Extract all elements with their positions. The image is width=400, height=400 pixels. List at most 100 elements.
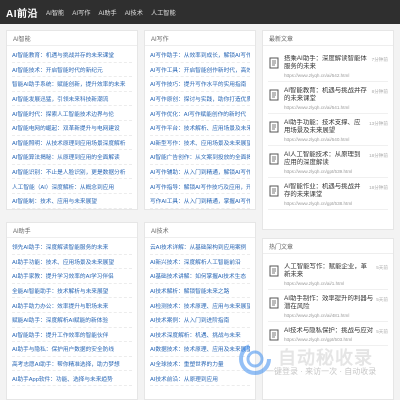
panel-title[interactable]: AI写作 <box>145 31 255 46</box>
top-navigation-bar: AI前沿 AI智能 AI写作 AI助手 AI技术 人工智能 <box>0 0 400 24</box>
article-link[interactable]: 领先AI助手：深度解读智能服务的未来 <box>12 240 132 255</box>
latest-article-time: 13分钟前 <box>369 121 388 126</box>
article-link[interactable]: AI技术案例：从入门到进阶指南 <box>150 313 250 328</box>
latest-article-item[interactable]: AI智能作业：机遇与挑战并存的未来课堂 https://www.zlyqh.cn… <box>268 178 388 210</box>
latest-article-item[interactable]: 搭乘AI助手：深度解读智能体服务的未来 https://www.zlyqh.cn… <box>268 50 388 82</box>
article-link[interactable]: AI新兴技术：深度解析人工智能前沿 <box>150 255 250 270</box>
category-panel-ai-intelligence: AI智能 AI智能教育：机遇与挑战并存的未来课堂 AI智能技术：开启智能时代的新… <box>6 30 138 210</box>
hot-article-item[interactable]: 人工智能写作：赋能企业，革新未来 https://www.zlyqh.cn/ai… <box>268 258 388 290</box>
panel-title[interactable]: AI智能 <box>7 31 137 46</box>
article-link[interactable]: AI技术前沿：从原理到应用 <box>150 371 250 386</box>
article-link[interactable]: AI写作辅助：从入门到精通，解锁AI写作的 <box>150 165 250 180</box>
hot-article-url: https://www.zlyqh.cn/ai/1.html <box>284 281 345 286</box>
article-link[interactable]: AI助手与隐私：保护用户数据的安全防线 <box>12 342 132 357</box>
hot-article-title[interactable]: AI助手制作：效率提升的利器与潜在风险 <box>284 295 373 311</box>
article-link[interactable]: 高考志愿AI助手：帮你精准选择，助力梦想 <box>12 357 132 372</box>
article-link[interactable]: AI写作平台：技术解析、应用场景及未来展望 <box>150 121 250 136</box>
article-link[interactable]: 云AI技术详解：从基础架构到应用案例 <box>150 240 250 255</box>
article-link[interactable]: AI助手家教：提升学习效率的AI学习伴侣 <box>12 269 132 284</box>
article-list: AI智能教育：机遇与挑战并存的未来课堂 AI智能技术：开启智能时代的新纪元 智能… <box>7 46 137 209</box>
nav-item-ai-technology[interactable]: AI技术 <box>125 8 143 17</box>
article-link[interactable]: AI智能照明：从技术原理到应用场景深度解析 <box>12 136 132 151</box>
article-list: 领先AI助手：深度解读智能服务的未来 AI助手功能：技术、应用场景及未来展望 A… <box>7 238 137 386</box>
article-link[interactable]: AI检测技术：技术原理、应用与未来展望 <box>150 298 250 313</box>
article-link[interactable]: AI数据技术：技术原理、应用及未来展望 <box>150 342 250 357</box>
article-link[interactable]: AI写作工具：开启智能创作新时代，高效创 <box>150 63 250 78</box>
article-link[interactable]: AI智能广告创作：从文案到投放的全面揭秘 <box>150 150 250 165</box>
article-link[interactable]: AI全球技术：重塑世界的力量 <box>150 357 250 372</box>
article-link[interactable]: 写作AI工具：从入门到精通，掌握AI写作的技 <box>150 194 250 209</box>
article-link[interactable]: AI写作原创：探讨与实践，助你打造优质内 <box>150 92 250 107</box>
latest-article-time: 8分钟前 <box>371 89 388 94</box>
panel-title[interactable]: AI技术 <box>145 223 255 238</box>
nav-item-ai-intelligence[interactable]: AI智能 <box>46 8 64 17</box>
latest-article-body: 搭乘AI助手：深度解读智能体服务的未来 https://www.zlyqh.cn… <box>284 55 369 78</box>
hot-article-list: 人工智能写作：赋能企业，革新未来 https://www.zlyqh.cn/ai… <box>263 254 393 346</box>
hot-article-body: AI助手制作：效率提升的利器与潜在风险 https://www.zlyqh.cn… <box>284 295 373 318</box>
latest-article-body: AI智能教育：机遇与挑战并存的未来课堂 https://www.zlyqh.cn… <box>284 87 369 110</box>
article-link[interactable]: AI智能电网的崛起：双革新提升与电网建设 <box>12 121 132 136</box>
latest-article-body: AI助手功能：技术支撑、应用场景及未来展望 https://www.zlyqh.… <box>284 119 366 142</box>
latest-article-item[interactable]: AI助手功能：技术支撑、应用场景及未来展望 https://www.zlyqh.… <box>268 114 388 146</box>
panel-title[interactable]: AI助手 <box>7 223 137 238</box>
latest-article-title[interactable]: AI人工智能技术：从原理到应用的深度解读 <box>284 151 366 167</box>
latest-article-url: https://www.zlyqh.cn/ai/542.html <box>284 73 350 78</box>
article-link[interactable]: AI新型写作：技术、应用场景及未来展望 <box>150 136 250 151</box>
article-link[interactable]: AI智能识别：不止是人脸识别，更是数据分析 <box>12 165 132 180</box>
article-link[interactable]: AI智能时代：探索人工智能技术边界与伦 <box>12 106 132 121</box>
article-link[interactable]: AI智能制：技术、应用与未来展望 <box>12 194 132 209</box>
article-link[interactable]: AI写作优化：AI写作赋能创作的新时代 <box>150 106 250 121</box>
nav-item-artificial-intelligence[interactable]: 人工智能 <box>151 8 176 17</box>
article-link[interactable]: 赋能AI助手：深度解析AI赋能的新体验 <box>12 313 132 328</box>
hot-article-title[interactable]: AI技术与隐私保护：挑战与应对 <box>284 327 373 335</box>
latest-article-list: 搭乘AI助手：深度解读智能体服务的未来 https://www.zlyqh.cn… <box>263 46 393 210</box>
article-link[interactable]: AI基础技术讲解：如何掌握AI技术生态 <box>150 269 250 284</box>
document-icon <box>269 329 279 341</box>
latest-article-title[interactable]: 搭乘AI助手：深度解读智能体服务的未来 <box>284 55 369 71</box>
nav-item-ai-assistant[interactable]: AI助手 <box>98 8 116 17</box>
article-link[interactable]: AI技术解析：解锁智能未来之路 <box>150 284 250 299</box>
latest-articles-panel: 最新文章 搭乘AI助手：深度解读智能体服务的未来 https://www.zly… <box>262 30 394 230</box>
document-icon <box>269 89 279 101</box>
article-link[interactable]: AI写作指导：解锁AI写作技巧及应用，开启写 <box>150 179 250 194</box>
hot-article-title[interactable]: 人工智能写作：赋能企业，革新未来 <box>284 263 373 279</box>
latest-article-title[interactable]: AI智能教育：机遇与挑战并存的未来课堂 <box>284 87 369 103</box>
article-link[interactable]: AI智能教育：机遇与挑战并存的未来课堂 <box>12 48 132 63</box>
article-link[interactable]: AI助手功能：技术、应用场景及未来展望 <box>12 255 132 270</box>
latest-article-body: AI人工智能技术：从原理到应用的深度解读 https://www.zlyqh.c… <box>284 151 366 174</box>
watermark-slogan: 一键登录 · 来访一次 · 自动收录 <box>266 367 377 376</box>
latest-article-url: https://www.zlyqh.cn/ai/540.html <box>284 137 350 142</box>
hot-article-item[interactable]: AI助手制作：效率提升的利器与潜在风险 https://www.zlyqh.cn… <box>268 290 388 322</box>
article-link[interactable]: 全能AI智能助手：技术解析与未来展望 <box>12 284 132 299</box>
panel-title: 热门文章 <box>263 239 393 254</box>
document-icon <box>269 185 279 197</box>
article-link[interactable]: AI助手助力办公：效率提升与职场未来 <box>12 298 132 313</box>
article-link[interactable]: AI写作助手：从效率到成长，解锁AI写作新 <box>150 48 250 63</box>
document-icon <box>269 153 279 165</box>
panel-title: 最新文章 <box>263 31 393 46</box>
article-link[interactable]: AI智能发展迅猛，引领未来科技新潮流 <box>12 92 132 107</box>
article-link[interactable]: 人工智能（AI）深度解析：从概念到应用 <box>12 179 132 194</box>
latest-article-time: 18分钟前 <box>369 153 388 158</box>
article-link[interactable]: AI写作技巧：提升写作水平的实用指南 <box>150 77 250 92</box>
latest-article-title[interactable]: AI智能作业：机遇与挑战并存的未来课堂 <box>284 183 366 199</box>
article-link[interactable]: 智能AI助手系统：赋能创新，提升效率的未来 <box>12 77 132 92</box>
article-list: AI写作助手：从效率到成长，解锁AI写作新 AI写作工具：开启智能创作新时代，高… <box>145 46 255 209</box>
latest-article-item[interactable]: AI智能教育：机遇与挑战并存的未来课堂 https://www.zlyqh.cn… <box>268 82 388 114</box>
category-panel-ai-assistant: AI助手 领先AI助手：深度解读智能服务的未来 AI助手功能：技术、应用场景及未… <box>6 222 138 400</box>
hot-article-time: 5天前 <box>376 265 388 270</box>
latest-article-title[interactable]: AI助手功能：技术支撑、应用场景及未来展望 <box>284 119 366 135</box>
article-link[interactable]: AI技术深度解析：机遇、挑战与未来 <box>150 328 250 343</box>
latest-article-url: https://www.zlyqh.cn/gpt/539.html <box>284 169 353 174</box>
site-logo[interactable]: AI前沿 <box>6 5 38 20</box>
latest-article-time: 7分钟前 <box>371 57 388 62</box>
article-link[interactable]: AI助手App软件：功能、选择与未来趋势 <box>12 371 132 386</box>
article-link[interactable]: AI智能算法揭秘：从原理到应用的全面解读 <box>12 150 132 165</box>
document-icon <box>269 297 279 309</box>
latest-article-item[interactable]: AI人工智能技术：从原理到应用的深度解读 https://www.zlyqh.c… <box>268 146 388 178</box>
nav-item-ai-writing[interactable]: AI写作 <box>72 8 90 17</box>
article-link[interactable]: AI智能技术：开启智能时代的新纪元 <box>12 63 132 78</box>
document-icon <box>269 121 279 133</box>
article-link[interactable]: AI智能助手：提升工作效率的智能伙伴 <box>12 328 132 343</box>
latest-article-url: https://www.zlyqh.cn/gpt/538.html <box>284 201 353 206</box>
